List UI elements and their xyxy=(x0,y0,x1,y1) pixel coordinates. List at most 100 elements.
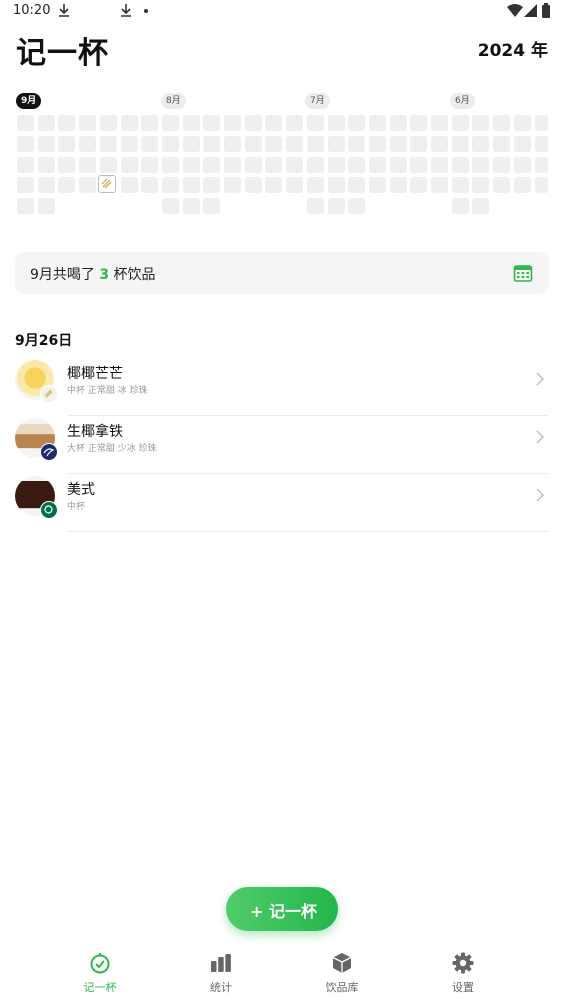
heatmap-day-cell[interactable] xyxy=(161,156,179,173)
tab-stats[interactable]: 统计 xyxy=(181,950,261,998)
heatmap-day-cell[interactable] xyxy=(472,135,490,152)
heatmap-day-cell[interactable] xyxy=(472,177,490,194)
heatmap-day-cell[interactable] xyxy=(410,177,428,194)
heatmap-day-cell[interactable] xyxy=(244,115,262,131)
heatmap-day-cell[interactable] xyxy=(348,115,366,131)
heatmap-day-cell[interactable] xyxy=(141,177,159,194)
heatmap-day-cell[interactable] xyxy=(224,135,241,152)
heatmap-day-cell[interactable] xyxy=(389,177,407,194)
heatmap-day-cell[interactable] xyxy=(306,135,324,152)
heatmap-day-cell[interactable] xyxy=(58,156,76,173)
heatmap-day-cell[interactable] xyxy=(224,156,241,173)
heatmap-day-cell[interactable] xyxy=(120,135,138,152)
heatmap-day-cell[interactable] xyxy=(286,115,304,131)
heatmap-day-cell[interactable] xyxy=(286,156,304,173)
heatmap-day-cell[interactable] xyxy=(286,177,304,194)
heatmap-day-cell[interactable] xyxy=(120,115,138,131)
tab-settings[interactable]: 设置 xyxy=(423,950,503,998)
heatmap-day-cell[interactable] xyxy=(327,115,345,131)
heatmap-day-cell[interactable] xyxy=(286,135,304,152)
heatmap-day-cell[interactable] xyxy=(472,198,490,215)
heatmap-day-cell[interactable] xyxy=(368,177,386,194)
heatmap-day-cell[interactable] xyxy=(37,156,55,173)
heatmap-day-cell[interactable] xyxy=(431,156,448,173)
heatmap-day-cell[interactable] xyxy=(120,177,138,194)
heatmap-day-cell[interactable] xyxy=(79,115,97,131)
heatmap-day-cell[interactable] xyxy=(58,135,76,152)
heatmap-day-cell[interactable] xyxy=(37,135,55,152)
month-label-aug[interactable]: 8月 xyxy=(161,93,186,109)
heatmap-day-cell[interactable] xyxy=(348,156,366,173)
heatmap-day-cell[interactable] xyxy=(224,177,241,194)
year-selector[interactable]: 2024 年 xyxy=(478,36,548,61)
heatmap-day-cell[interactable] xyxy=(306,156,324,173)
heatmap-day-cell[interactable] xyxy=(17,115,34,131)
heatmap-day-cell[interactable] xyxy=(37,177,55,194)
heatmap-day-cell[interactable] xyxy=(120,156,138,173)
heatmap-day-cell[interactable] xyxy=(493,177,511,194)
heatmap-day-cell[interactable] xyxy=(182,198,200,215)
heatmap-day-cell[interactable] xyxy=(17,177,34,194)
heatmap-day-cell[interactable] xyxy=(327,177,345,194)
heatmap-day-cell[interactable] xyxy=(17,198,34,215)
add-drink-button[interactable]: + 记一杯 xyxy=(226,887,338,931)
heatmap-day-cell[interactable] xyxy=(203,156,221,173)
heatmap-day-cell[interactable] xyxy=(203,135,221,152)
heatmap-day-cell[interactable] xyxy=(244,135,262,152)
heatmap-day-cell[interactable] xyxy=(493,156,511,173)
heatmap-day-cell[interactable] xyxy=(182,177,200,194)
heatmap-day-cell[interactable] xyxy=(182,156,200,173)
heatmap-day-cell[interactable] xyxy=(431,177,448,194)
calendar-icon[interactable] xyxy=(513,263,533,283)
heatmap-day-cell[interactable] xyxy=(410,115,428,131)
month-label-sep[interactable]: 9月 xyxy=(16,93,42,109)
heatmap-day-marked[interactable] xyxy=(98,175,116,193)
heatmap-day-cell[interactable] xyxy=(327,135,345,152)
heatmap-day-cell[interactable] xyxy=(513,135,531,152)
heatmap-day-cell[interactable] xyxy=(141,135,159,152)
heatmap-day-cell[interactable] xyxy=(265,115,283,131)
heatmap-day-cell[interactable] xyxy=(79,156,97,173)
heatmap-day-cell[interactable] xyxy=(141,115,159,131)
heatmap-day-cell[interactable] xyxy=(368,135,386,152)
heatmap-day-cell[interactable] xyxy=(17,135,34,152)
drink-list-item[interactable]: 美式 中杯 xyxy=(15,475,549,532)
heatmap-day-cell[interactable] xyxy=(182,135,200,152)
heatmap-day-cell[interactable] xyxy=(451,135,469,152)
heatmap-day-cell[interactable] xyxy=(368,115,386,131)
heatmap-day-cell[interactable] xyxy=(348,198,366,215)
heatmap-day-cell[interactable] xyxy=(17,156,34,173)
heatmap-day-cell[interactable] xyxy=(306,115,324,131)
heatmap-day-cell[interactable] xyxy=(224,115,241,131)
heatmap-day-cell[interactable] xyxy=(141,156,159,173)
month-label-jun[interactable]: 6月 xyxy=(450,93,475,109)
heatmap-day-cell[interactable] xyxy=(389,115,407,131)
heatmap-day-cell[interactable] xyxy=(244,156,262,173)
heatmap-day-cell[interactable] xyxy=(327,156,345,173)
heatmap-day-cell[interactable] xyxy=(451,156,469,173)
heatmap-day-cell[interactable] xyxy=(58,177,76,194)
heatmap-day-cell[interactable] xyxy=(493,135,511,152)
heatmap-day-cell[interactable] xyxy=(244,177,262,194)
heatmap-day-cell[interactable] xyxy=(161,177,179,194)
heatmap-day-cell[interactable] xyxy=(306,198,324,215)
heatmap-day-cell[interactable] xyxy=(431,115,448,131)
heatmap-day-cell[interactable] xyxy=(99,135,117,152)
heatmap-day-cell[interactable] xyxy=(410,156,428,173)
heatmap-day-cell[interactable] xyxy=(265,177,283,194)
heatmap-day-cell[interactable] xyxy=(513,177,531,194)
drink-list-item[interactable]: 生椰拿铁 大杯 正常甜 少冰 珍珠 xyxy=(15,417,549,474)
heatmap-day-cell[interactable] xyxy=(493,115,511,131)
heatmap-day-cell[interactable] xyxy=(161,135,179,152)
heatmap-day-cell[interactable] xyxy=(513,156,531,173)
heatmap-day-cell[interactable] xyxy=(534,115,548,131)
heatmap-day-cell[interactable] xyxy=(451,177,469,194)
heatmap-day-cell[interactable] xyxy=(451,198,469,215)
heatmap-day-cell[interactable] xyxy=(410,135,428,152)
heatmap-day-cell[interactable] xyxy=(348,135,366,152)
heatmap-day-cell[interactable] xyxy=(472,156,490,173)
month-label-jul[interactable]: 7月 xyxy=(305,93,330,109)
heatmap-day-cell[interactable] xyxy=(431,135,448,152)
heatmap-day-cell[interactable] xyxy=(451,115,469,131)
heatmap-day-cell[interactable] xyxy=(161,115,179,131)
